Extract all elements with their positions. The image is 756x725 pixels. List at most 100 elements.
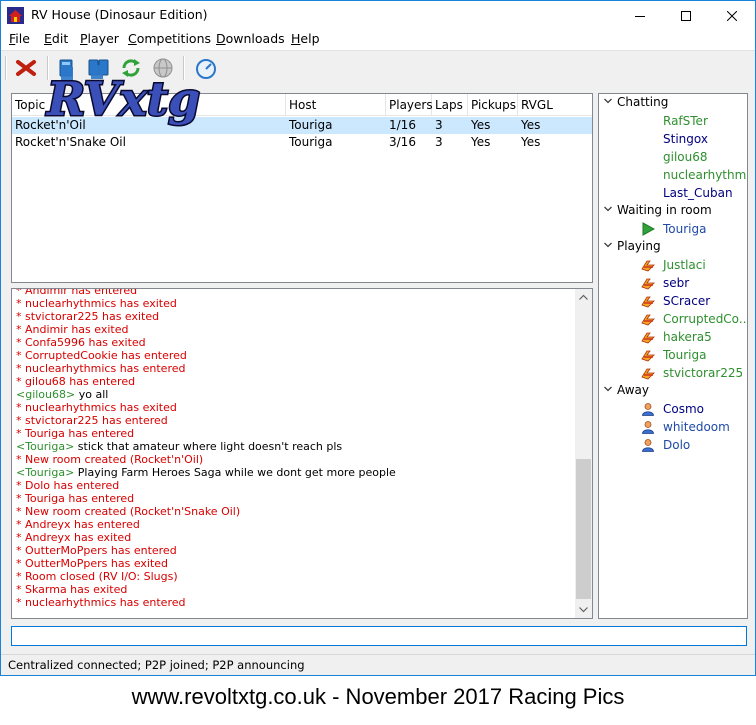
user-name: Touriga [663, 222, 707, 236]
refresh-button[interactable] [119, 56, 143, 80]
chat-message: * nuclearhythmics has entered [16, 362, 186, 375]
column-rvgl[interactable]: RVGL [518, 94, 592, 116]
tree-group-label: Playing [617, 239, 661, 253]
toolbar [1, 50, 755, 84]
room-pickups: Yes [471, 135, 491, 149]
user-name: sebr [663, 276, 690, 290]
chat-log[interactable]: * Andimir has entered * nuclearhythmics h… [11, 288, 593, 619]
room-laps: 3 [435, 135, 443, 149]
toolbar-separator [47, 56, 49, 80]
chat-message: * Room closed (RV I/O: Slugs) [16, 570, 178, 583]
scroll-thumb[interactable] [576, 459, 591, 599]
scroll-down-button[interactable] [575, 601, 592, 618]
racing-car-icon [641, 312, 655, 326]
column-players[interactable]: Players [386, 94, 433, 116]
app-icon [7, 7, 24, 24]
chevron-down-icon [579, 607, 588, 613]
room-topic: Rocket'n'Snake Oil [15, 135, 126, 149]
close-window-button[interactable] [709, 1, 755, 30]
menu-downloads[interactable]: Downloads [216, 31, 285, 46]
scroll-up-button[interactable] [575, 289, 592, 306]
minimize-icon [635, 15, 645, 17]
chat-message: <Touriga> Playing Farm Heroes Saga while… [16, 466, 396, 479]
menu-edit[interactable]: Edit [44, 31, 68, 46]
chat-text: Playing Farm Heroes Saga while we dont g… [74, 466, 396, 479]
chat-input[interactable] [11, 626, 747, 646]
settings-button[interactable] [194, 56, 218, 80]
join-room-button[interactable] [87, 56, 111, 80]
chat-message: * New room created (Rocket'n'Snake Oil) [16, 505, 241, 518]
caption-text: www.revoltxtg.co.uk - November 2017 Raci… [131, 684, 625, 709]
chat-message: * OutterMoPpers has entered [16, 544, 177, 557]
chevron-down-icon[interactable] [603, 382, 617, 399]
column-laps[interactable]: Laps [432, 94, 468, 116]
racing-car-icon [641, 258, 655, 272]
user-name: Last_Cuban [663, 186, 733, 200]
minimize-button[interactable] [617, 1, 663, 30]
racing-car-icon [641, 348, 655, 362]
chat-message: * Andimir has entered [16, 288, 138, 297]
chat-message: * New room created (Rocket'n'Oil) [16, 453, 204, 466]
ping-button[interactable] [151, 56, 175, 80]
chat-message: <gilou68> yo all [16, 388, 108, 401]
toolbar-separator [183, 56, 185, 80]
menu-help[interactable]: Help [291, 31, 320, 46]
tree-group[interactable]: Chatting [603, 94, 668, 111]
chat-message: * Dolo has entered [16, 479, 120, 492]
chat-message: * nuclearhythmics has entered [16, 596, 186, 609]
chat-message: * Confa5996 has exited [16, 336, 146, 349]
chat-message: * Touriga has entered [16, 492, 135, 505]
chevron-down-icon[interactable] [603, 94, 617, 111]
menu-file[interactable]: File [9, 31, 30, 46]
app-window: RV House (Dinosaur Edition) File Edit Pl… [0, 0, 756, 676]
room-list-table[interactable]: Topic Host Players Laps Pickups RVGL Roc… [11, 93, 593, 283]
user-name: Stingox [663, 132, 708, 146]
maximize-button[interactable] [663, 1, 709, 30]
tree-group-label: Waiting in room [617, 203, 712, 217]
chevron-down-icon[interactable] [603, 238, 617, 255]
disconnect-button[interactable] [14, 56, 38, 80]
menu-competitions[interactable]: Competitions [128, 31, 211, 46]
menu-player[interactable]: Player [80, 31, 119, 46]
chat-message: * nuclearhythmics has exited [16, 401, 177, 414]
user-name: Dolo [663, 438, 691, 452]
racing-car-icon [641, 276, 655, 290]
room-table-header: Topic Host Players Laps Pickups RVGL [12, 94, 592, 116]
table-row[interactable]: Rocket'n'Snake Oil Touriga 3/16 3 Yes Ye… [12, 134, 592, 151]
title-bar[interactable]: RV House (Dinosaur Edition) [1, 1, 755, 30]
status-bar: Centralized connected; P2P joined; P2P a… [1, 654, 755, 675]
host-room-button[interactable] [57, 56, 81, 80]
chat-scrollbar[interactable] [575, 289, 592, 618]
room-rvgl: Yes [521, 118, 541, 132]
column-topic[interactable]: Topic [12, 94, 286, 116]
tree-group[interactable]: Waiting in room [603, 202, 712, 219]
room-host: Touriga [289, 118, 333, 132]
room-laps: 3 [435, 118, 443, 132]
user-list-tree[interactable]: Chatting RafSTer Stingox gilou68 nuclearhyth… [598, 93, 748, 619]
chat-message: * Andimir has exited [16, 323, 129, 336]
user-name: hakera5 [663, 330, 712, 344]
chevron-down-icon[interactable] [603, 202, 617, 219]
tree-group[interactable]: Away [603, 382, 649, 399]
racing-car-icon [641, 366, 655, 380]
join-computers-icon [88, 59, 109, 76]
close-icon [727, 10, 737, 21]
table-row[interactable]: Rocket'n'Oil Touriga 1/16 3 Yes Yes [12, 117, 592, 134]
chat-message: * stvictorar225 has entered [16, 414, 168, 427]
chat-nick[interactable]: <gilou68> [16, 388, 75, 401]
user-name: CorruptedCo... [663, 312, 748, 326]
away-user-icon [641, 402, 655, 416]
speedometer-icon [196, 59, 216, 79]
chevron-up-icon [579, 294, 588, 300]
user-name: nuclearhythmics [663, 168, 747, 182]
chat-message: * OutterMoPpers has exited [16, 557, 169, 570]
column-pickups[interactable]: Pickups [468, 94, 518, 116]
user-name: stvictorar225 [663, 366, 744, 380]
chat-nick[interactable]: <Touriga> [16, 440, 74, 453]
user-name: SCracer [663, 294, 711, 308]
column-host[interactable]: Host [286, 94, 386, 116]
user-name: whitedoom [663, 420, 730, 434]
tree-group[interactable]: Playing [603, 238, 661, 255]
chat-nick[interactable]: <Touriga> [16, 466, 74, 479]
chat-message: <Touriga> stick that amateur where light… [16, 440, 342, 453]
